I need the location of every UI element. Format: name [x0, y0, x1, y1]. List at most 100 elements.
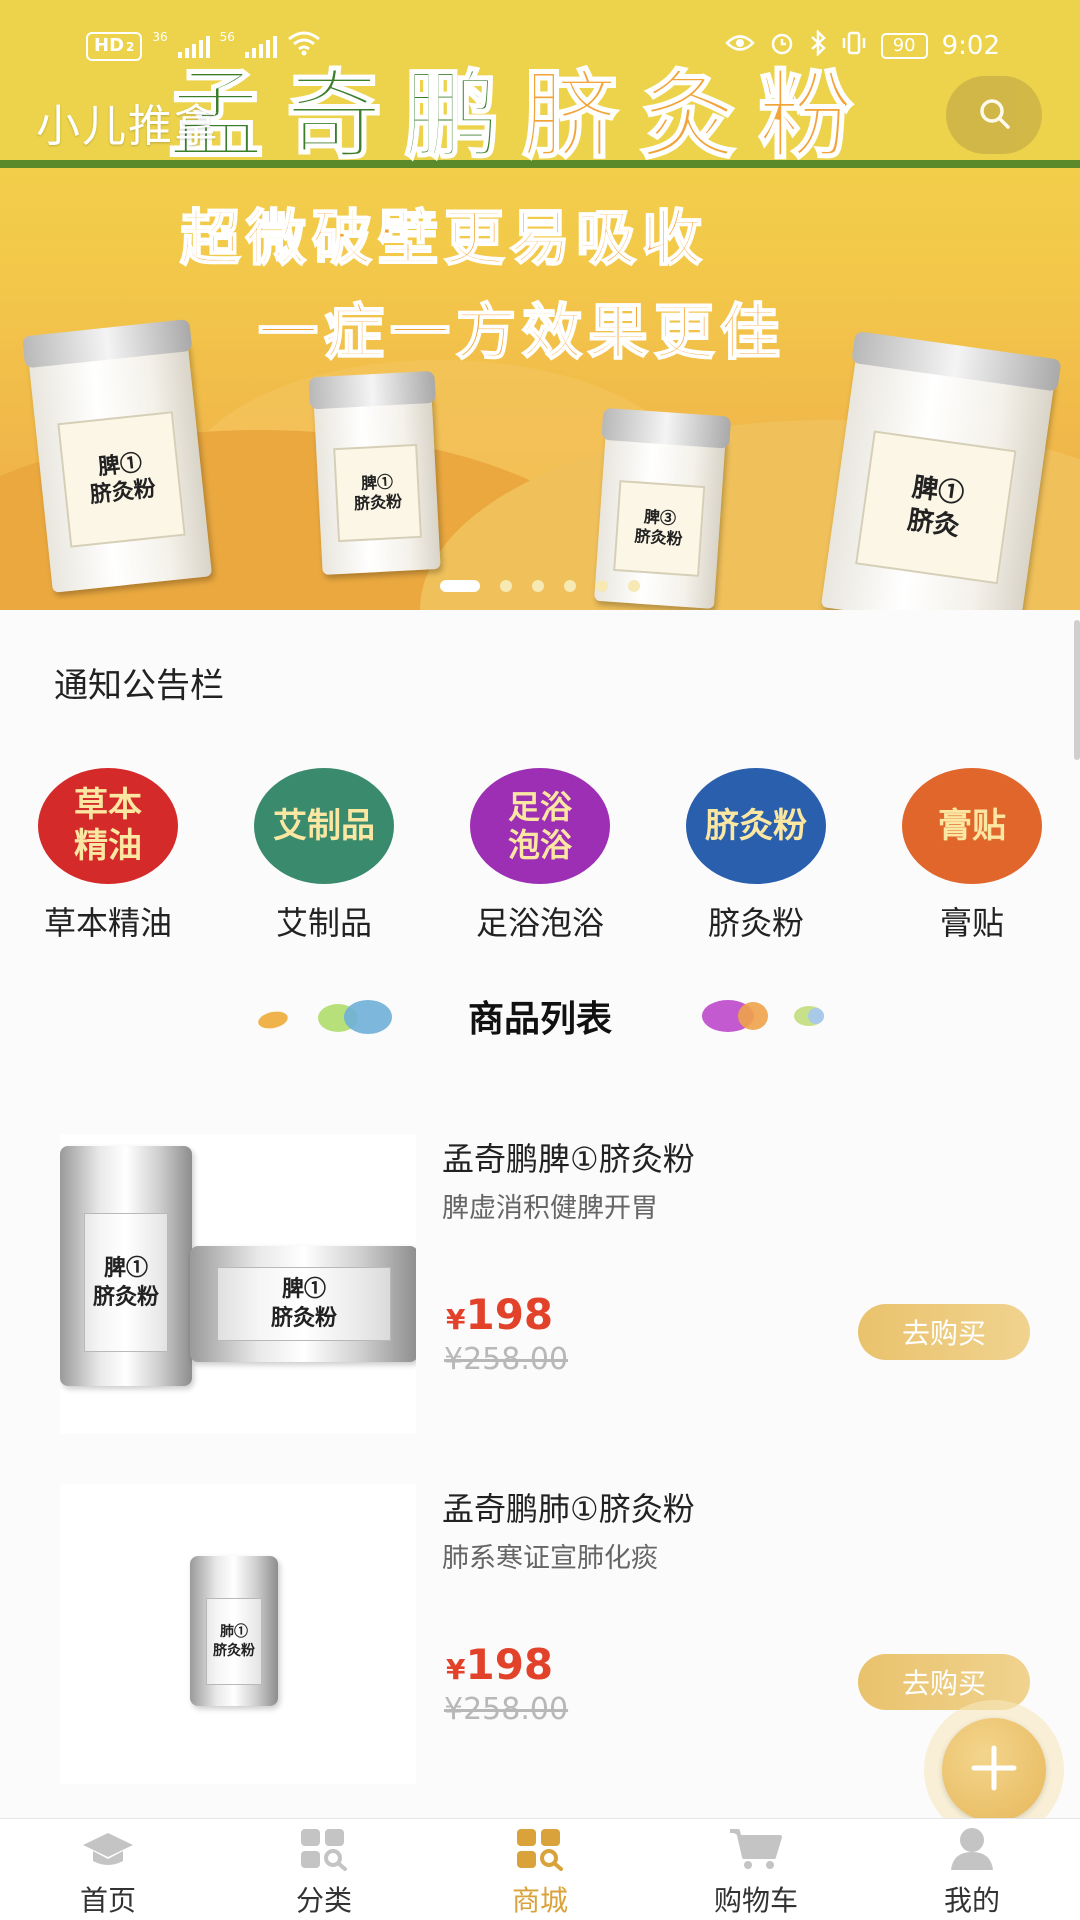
pagination-dot[interactable]	[596, 580, 608, 592]
bottom-tab-bar: 首页 分类 商城 购物车 我的	[0, 1818, 1080, 1920]
scrollbar[interactable]	[1074, 620, 1080, 760]
category-label: 膏贴	[939, 904, 1004, 942]
banner-slogan-2: 一症一方效果更佳	[257, 297, 786, 369]
image-label-line2: 脐灸粉	[92, 1283, 159, 1310]
banner-product-can: 脾① 脐灸粉	[308, 370, 441, 575]
tab-mall[interactable]: 商城	[432, 1819, 648, 1920]
category-navel-moxa-powder[interactable]: 脐灸粉 脐灸粉	[656, 768, 856, 944]
product-original-price: ¥258.00	[444, 1342, 569, 1377]
category-icon: 草本 精油	[38, 768, 178, 884]
category-icon: 膏贴	[902, 768, 1042, 884]
mall-page: 孟奇鹏脐灸粉 超微破壁更易吸收 一症一方效果更佳 脾① 脐灸粉 脾① 脐灸粉 脾③ 脐…	[0, 0, 1080, 1920]
product-price: ¥198	[446, 1640, 553, 1689]
clock: 9:02	[941, 31, 1000, 61]
pagination-dot[interactable]	[628, 580, 640, 592]
search-icon	[977, 96, 1011, 134]
category-herbal-oil[interactable]: 草本 精油 草本精油	[8, 768, 208, 944]
notice-board-title[interactable]: 通知公告栏	[54, 658, 224, 707]
app-title: 小儿推拿	[36, 101, 220, 152]
tab-home[interactable]: 首页	[0, 1819, 216, 1920]
hd-text: HD	[94, 34, 125, 56]
signal-icon	[177, 34, 210, 58]
banner-slogan-1: 超微破壁更易吸收	[179, 203, 708, 275]
network-type-1: 36	[152, 30, 168, 44]
tab-label: 首页	[79, 1884, 136, 1917]
cart-icon	[728, 1825, 784, 1873]
image-label-line1: 脾①	[281, 1276, 326, 1303]
wifi-icon	[287, 30, 321, 62]
decorative-blob	[808, 1008, 824, 1024]
can-label-line2: 脐灸粉	[353, 491, 403, 514]
image-label-line1: 肺①	[220, 1624, 248, 1641]
buy-button[interactable]: 去购买	[858, 1304, 1030, 1360]
image-label-line2: 脐灸粉	[213, 1642, 255, 1659]
eye-icon	[724, 32, 755, 60]
tab-label: 购物车	[713, 1884, 798, 1917]
category-label: 艾制品	[275, 904, 372, 942]
alarm-icon	[769, 30, 795, 62]
category-icon-text: 艾制品	[273, 805, 375, 846]
category-icon-text: 草本 精油	[74, 785, 142, 866]
signal-icon	[244, 34, 277, 58]
category-icon: 脐灸粉	[686, 768, 826, 884]
product-card[interactable]: 肺① 脐灸粉 孟奇鹏肺①脐灸粉 肺系寒证宣肺化痰 ¥198 ¥258.00 去购买	[0, 1484, 1080, 1784]
category-plaster[interactable]: 膏贴 膏贴	[872, 768, 1072, 944]
price-value: 198	[465, 1640, 554, 1689]
image-label-line2: 脐灸粉	[270, 1305, 337, 1331]
category-icon-text: 足浴 泡浴	[507, 787, 572, 864]
banner-pagination[interactable]	[440, 580, 640, 592]
pagination-dot[interactable]	[532, 580, 544, 592]
product-original-price: ¥258.00	[444, 1692, 569, 1727]
category-icon-text: 脐灸粉	[705, 805, 807, 846]
banner-product-can: 脾① 脐灸粉	[22, 318, 213, 593]
tab-profile[interactable]: 我的	[864, 1819, 1080, 1920]
banner-brand-part1: 孟奇鹏	[167, 58, 522, 173]
product-price: ¥198	[446, 1290, 553, 1339]
product-list-header: 商品列表	[0, 990, 1080, 1050]
product-description: 肺系寒证宣肺化痰	[442, 1543, 658, 1574]
can-label-line1: 脾①	[360, 471, 394, 493]
can-label-line2: 脐灸	[905, 504, 962, 542]
price-currency: ¥	[446, 1303, 466, 1336]
pagination-dot-active[interactable]	[440, 580, 480, 592]
product-image[interactable]: 肺① 脐灸粉	[60, 1484, 416, 1784]
category-label: 足浴泡浴	[475, 904, 604, 942]
category-moxa-products[interactable]: 艾制品 艾制品	[224, 768, 424, 944]
plus-icon	[969, 1743, 1019, 1797]
product-name[interactable]: 孟奇鹏脾①脐灸粉	[442, 1134, 695, 1180]
hd-badge: HD 2	[86, 31, 143, 61]
search-button[interactable]	[946, 76, 1042, 154]
section-title: 商品列表	[467, 999, 612, 1040]
pagination-dot[interactable]	[500, 580, 512, 592]
network-type-2: 56	[219, 30, 235, 44]
tab-label: 我的	[943, 1884, 1000, 1917]
pagination-dot[interactable]	[564, 580, 576, 592]
category-icon-text: 膏贴	[938, 805, 1006, 846]
category-icon: 艾制品	[254, 768, 394, 884]
banner-brand-part2: 脐灸粉	[521, 58, 876, 173]
category-foot-bath[interactable]: 足浴 泡浴 足浴泡浴	[440, 768, 640, 944]
status-bar: HD 2 36 56 90 9:02	[0, 28, 1080, 70]
tab-category[interactable]: 分类	[216, 1819, 432, 1920]
product-card[interactable]: 脾① 脐灸粉 脾① 脐灸粉 孟奇鹏脾①脐灸粉 脾虚消积健脾开胃 ¥198 ¥258.…	[0, 1134, 1080, 1434]
image-label-line1: 脾①	[103, 1255, 148, 1282]
tab-cart[interactable]: 购物车	[648, 1819, 864, 1920]
category-label: 草本精油	[43, 904, 172, 942]
battery-indicator: 90	[880, 33, 928, 59]
sim-number: 2	[126, 39, 135, 54]
price-value: 198	[465, 1290, 554, 1339]
user-icon	[944, 1825, 1000, 1873]
graduation-cap-icon	[80, 1825, 136, 1873]
tab-label: 分类	[295, 1884, 352, 1917]
can-label-line2: 脐灸粉	[88, 475, 158, 509]
category-icon: 足浴 泡浴	[470, 768, 610, 884]
bluetooth-icon	[809, 28, 827, 62]
product-image[interactable]: 脾① 脐灸粉 脾① 脐灸粉	[60, 1134, 416, 1434]
price-currency: ¥	[446, 1653, 466, 1686]
category-grid-icon	[296, 1825, 352, 1873]
category-label: 脐灸粉	[707, 904, 804, 942]
mall-grid-icon	[512, 1825, 568, 1873]
product-name[interactable]: 孟奇鹏肺①脐灸粉	[442, 1484, 695, 1530]
category-row: 草本 精油 草本精油 艾制品 艾制品 足浴 泡浴 足浴泡浴 脐灸粉 脐灸粉 膏贴…	[0, 768, 1080, 948]
decorative-blob	[738, 1002, 768, 1030]
